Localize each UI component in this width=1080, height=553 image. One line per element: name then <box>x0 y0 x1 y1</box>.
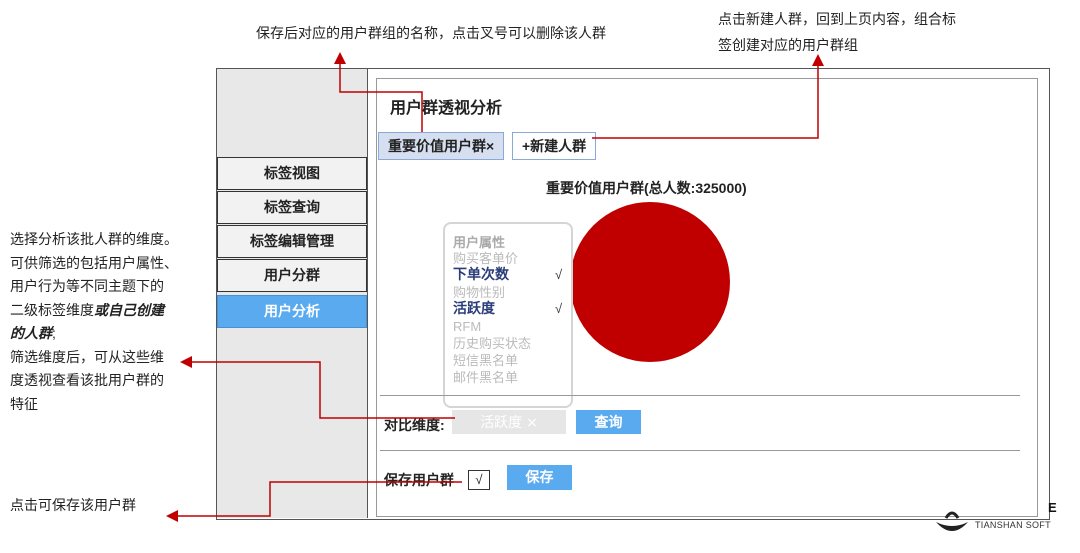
company-logo-text: TIANSHAN SOFT <box>975 520 1051 530</box>
company-logo-icon <box>936 511 968 531</box>
logo-glyph: E <box>1048 500 1057 515</box>
annotation-connectors <box>166 52 824 522</box>
connector-group-name <box>334 52 423 132</box>
connector-new-group <box>592 54 824 139</box>
connector-save <box>166 481 462 522</box>
connector-dimensions <box>180 356 455 419</box>
